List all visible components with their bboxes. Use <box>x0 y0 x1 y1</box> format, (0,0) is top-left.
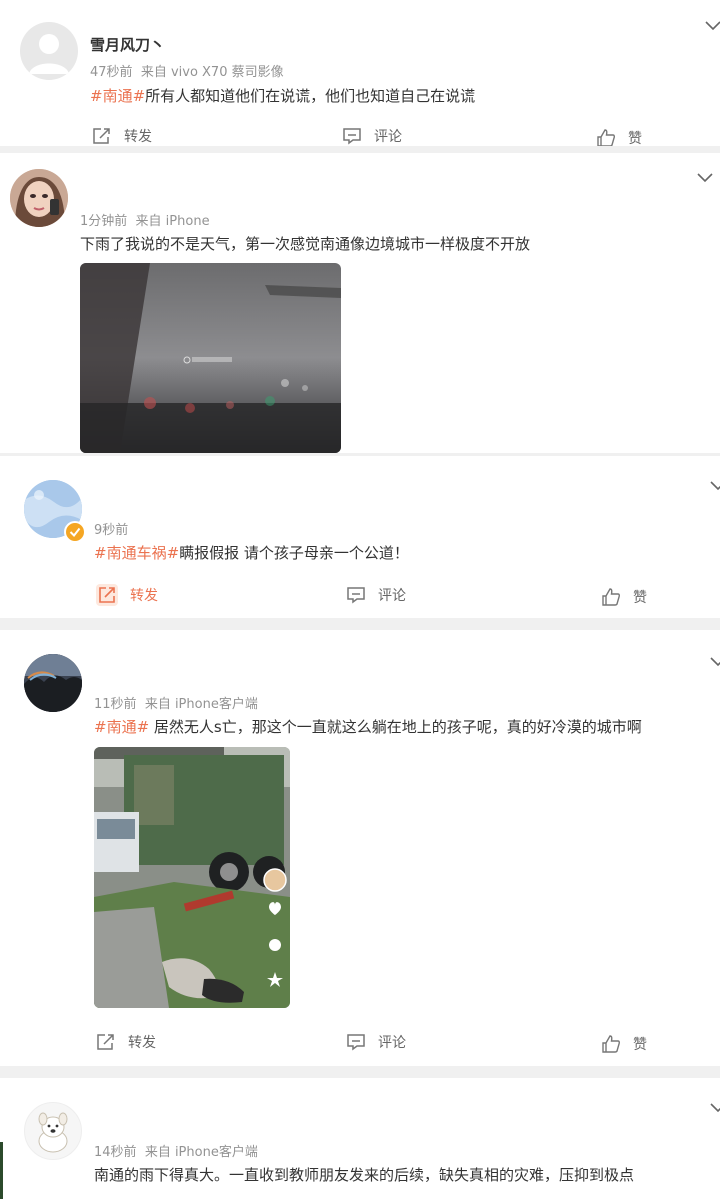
like-button[interactable]: 赞 <box>601 587 647 607</box>
post-meta: 11秒前 来自 iPhone客户端 <box>94 693 258 712</box>
comment-button[interactable]: 评论 <box>342 126 402 146</box>
post-image-rain-street[interactable] <box>80 263 341 453</box>
like-button[interactable]: 赞 <box>601 1034 647 1054</box>
post-text: #南通# 居然无人s亡，那这个一直就这么躺在地上的孩子呢，真的好冷漠的城市啊 <box>94 716 642 737</box>
post-image-accident-scene[interactable] <box>94 747 290 1008</box>
author-name[interactable]: 雪月风刀丶 <box>90 34 165 55</box>
post-meta: 9秒前 <box>94 519 128 538</box>
hashtag-link[interactable]: #南通车祸# <box>94 544 179 562</box>
comment-icon <box>343 128 361 145</box>
like-button[interactable]: 赞 <box>596 128 642 146</box>
chevron-down-icon[interactable] <box>710 1100 720 1116</box>
post-card-3: 9秒前 #南通车祸#瞒报假报 请个孩子母亲一个公道！ 转发 评论 赞 <box>0 456 720 618</box>
like-icon <box>597 129 615 146</box>
post-card-1: 雪月风刀丶 47秒前 来自 vivo X70 蔡司影像 #南通#所有人都知道他们… <box>0 0 720 146</box>
like-label: 赞 <box>633 1037 647 1053</box>
hashtag-link[interactable]: #南通# <box>90 87 145 105</box>
post-source: 来自 iPhone <box>135 214 210 229</box>
post-time[interactable]: 9秒前 <box>94 523 128 538</box>
comment-icon <box>347 1034 365 1051</box>
comment-button[interactable]: 评论 <box>346 585 406 605</box>
post-meta: 14秒前 来自 iPhone客户端 <box>94 1141 258 1160</box>
window-edge <box>0 1142 3 1199</box>
post-meta: 47秒前 来自 vivo X70 蔡司影像 <box>90 61 284 80</box>
post-body: 瞒报假报 请个孩子母亲一个公道！ <box>179 544 409 562</box>
avatar[interactable] <box>20 22 78 80</box>
repost-button[interactable]: 转发 <box>92 126 152 146</box>
chevron-down-icon[interactable] <box>705 18 720 34</box>
post-meta: 1分钟前 来自 iPhone <box>80 210 210 229</box>
post-time[interactable]: 11秒前 <box>94 697 137 712</box>
repost-icon <box>93 128 110 144</box>
repost-label: 转发 <box>124 129 152 145</box>
post-time[interactable]: 1分钟前 <box>80 214 127 229</box>
post-body: 所有人都知道他们在说谎，他们也知道自己在说谎 <box>145 87 476 105</box>
post-source: 来自 iPhone客户端 <box>144 697 258 712</box>
repost-label: 转发 <box>128 1035 156 1051</box>
post-card-5: 14秒前 来自 iPhone客户端 南通的雨下得真大。一直收到教师朋友发来的后续… <box>0 1078 720 1199</box>
post-time[interactable]: 14秒前 <box>94 1145 137 1160</box>
comment-label: 评论 <box>378 588 406 604</box>
post-body: 南通的雨下得真大。一直收到教师朋友发来的后续，缺失真相的灾难，压抑到极点 <box>94 1166 635 1184</box>
avatar[interactable] <box>24 1102 82 1160</box>
post-time[interactable]: 47秒前 <box>90 65 133 80</box>
avatar[interactable] <box>10 169 68 227</box>
post-text: 下雨了我说的不是天气，第一次感觉南通像边境城市一样极度不开放 <box>80 233 530 254</box>
repost-button[interactable]: 转发 <box>96 1032 156 1052</box>
repost-button[interactable]: 转发 <box>96 584 158 606</box>
hashtag-link[interactable]: #南通# <box>94 718 149 736</box>
post-body: 下雨了我说的不是天气，第一次感觉南通像边境城市一样极度不开放 <box>80 235 531 253</box>
like-icon <box>602 588 620 606</box>
post-source: 来自 vivo X70 蔡司影像 <box>140 65 284 80</box>
comment-icon <box>347 587 365 604</box>
comment-label: 评论 <box>378 1035 406 1051</box>
post-card-2: 1分钟前 来自 iPhone 下雨了我说的不是天气，第一次感觉南通像边境城市一样… <box>0 153 720 453</box>
repost-icon <box>97 1034 114 1050</box>
like-label: 赞 <box>633 590 647 606</box>
post-source: 来自 iPhone客户端 <box>144 1145 258 1160</box>
like-label: 赞 <box>628 131 642 146</box>
comment-button[interactable]: 评论 <box>346 1032 406 1052</box>
post-text: 南通的雨下得真大。一直收到教师朋友发来的后续，缺失真相的灾难，压抑到极点 <box>94 1164 634 1185</box>
post-text: #南通车祸#瞒报假报 请个孩子母亲一个公道！ <box>94 542 409 563</box>
repost-icon <box>96 584 118 606</box>
avatar[interactable] <box>24 654 82 712</box>
comment-label: 评论 <box>374 129 402 145</box>
repost-label: 转发 <box>130 588 158 604</box>
post-text: #南通#所有人都知道他们在说谎，他们也知道自己在说谎 <box>90 85 475 106</box>
chevron-down-icon[interactable] <box>710 654 720 670</box>
like-icon <box>602 1035 620 1053</box>
chevron-down-icon[interactable] <box>697 170 713 186</box>
verified-badge-icon <box>64 521 86 543</box>
post-body: 居然无人s亡，那这个一直就这么躺在地上的孩子呢，真的好冷漠的城市啊 <box>149 718 642 736</box>
post-card-4: 11秒前 来自 iPhone客户端 #南通# 居然无人s亡，那这个一直就这么躺在… <box>0 630 720 1066</box>
chevron-down-icon[interactable] <box>710 478 720 494</box>
